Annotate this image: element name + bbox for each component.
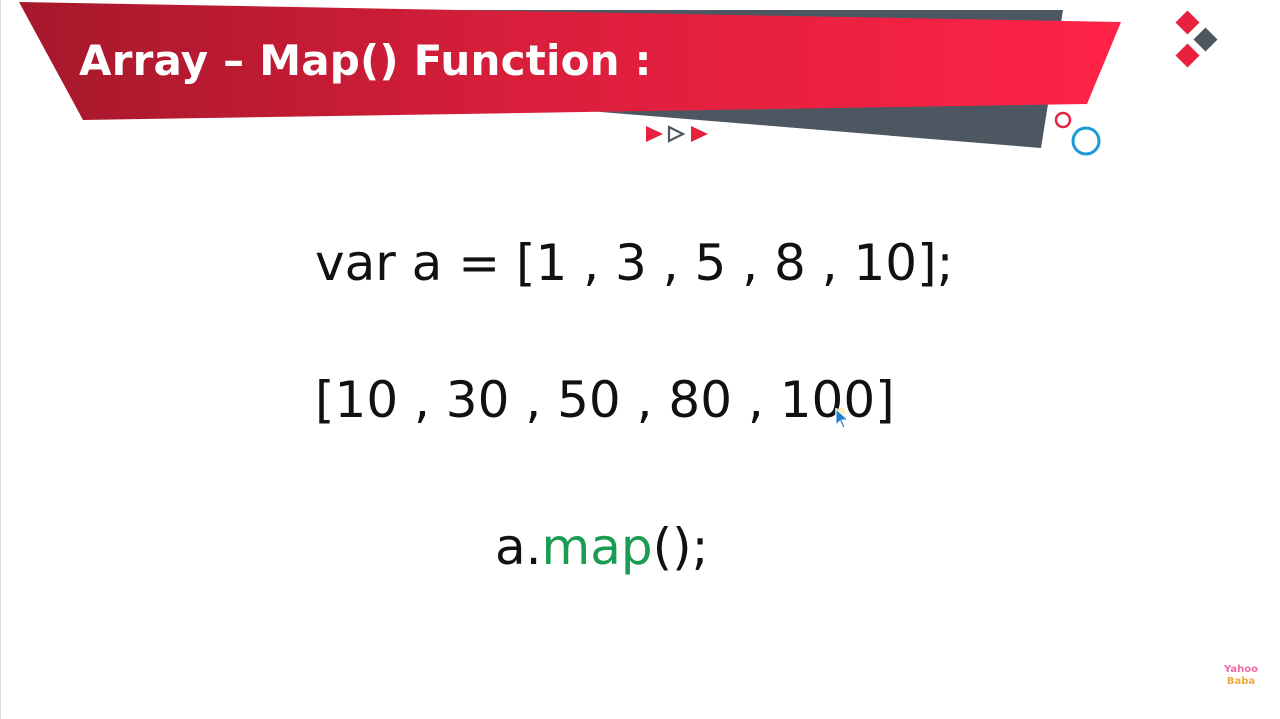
- code-object: a.: [495, 518, 542, 576]
- code-method-name: map: [541, 518, 653, 576]
- code-call-suffix: ();: [652, 518, 709, 576]
- title-banner: [19, 2, 1218, 156]
- diamond-shapes-icon: [1175, 10, 1218, 68]
- code-line-mapped-result: [10 , 30 , 50 , 80 , 100]: [315, 371, 895, 429]
- slide: Array – Map() Function : var a = [1 , 3 …: [0, 0, 1280, 719]
- code-line-array-declaration: var a = [1 , 3 , 5 , 8 , 10];: [315, 234, 954, 292]
- logo-line-2: Baba: [1226, 676, 1256, 687]
- yahoo-baba-logo: Yahoo Baba: [1219, 664, 1263, 688]
- circles-icon: [1054, 111, 1101, 156]
- slide-title: Array – Map() Function :: [79, 36, 652, 85]
- code-line-map-call: a.map();: [495, 522, 709, 572]
- mouse-pointer-icon: [835, 408, 850, 429]
- logo-line-1: Yahoo: [1224, 664, 1258, 675]
- play-arrows-icon: [646, 125, 708, 143]
